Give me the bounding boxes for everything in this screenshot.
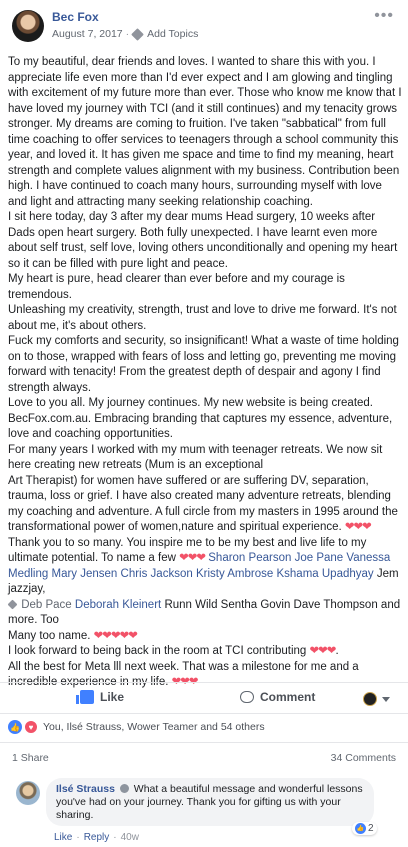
thumbs-up-icon — [76, 690, 94, 704]
comment-bubble-icon — [240, 691, 254, 703]
tagged-person[interactable]: Chris Jackson — [121, 568, 193, 580]
reactions-summary[interactable]: 👍 ♥ You, Ilsé Strauss, Wower Teamer and … — [8, 720, 265, 734]
badge-icon — [119, 784, 129, 793]
comment-bubble: Ilsé Strauss What a beautiful message an… — [46, 778, 374, 826]
heart-emoji: ❤❤❤ — [309, 645, 337, 657]
author-avatar[interactable] — [12, 10, 44, 42]
paragraph: Thank you to so many. You inspire me to … — [7, 536, 402, 629]
divider — [0, 742, 408, 743]
heart-emoji: ❤❤❤ — [344, 521, 372, 533]
comments-count[interactable]: 34 Comments — [331, 752, 396, 764]
page-avatar — [363, 692, 377, 706]
paragraph: To my beautiful, dear friends and loves.… — [8, 56, 402, 208]
author-name[interactable]: Bec Fox — [52, 10, 99, 24]
chevron-down-icon — [382, 696, 390, 702]
paragraph: Many too name. ❤❤❤❤❤ — [8, 629, 402, 645]
post-header: Bec Fox August 7, 2017 · Add Topics ••• — [0, 0, 408, 50]
comment-reactions[interactable]: 👍 2 — [352, 822, 377, 835]
tagged-person[interactable]: Joe Pane — [295, 552, 344, 564]
reactions-text: You, Ilsé Strauss, Wower Teamer and 54 o… — [43, 721, 265, 733]
paragraph: Love to you all. My journey continues. M… — [8, 397, 393, 440]
tagged-person[interactable]: Kristy Ambrose — [196, 568, 273, 580]
add-topics-link[interactable]: Add Topics — [147, 28, 198, 40]
commenter-name[interactable]: Ilsé Strauss — [56, 783, 115, 795]
tagged-person[interactable]: Mary Jensen — [51, 568, 117, 580]
paragraph: Fuck my comforts and security, so insign… — [8, 335, 399, 394]
comment-like-link[interactable]: Like — [54, 832, 72, 843]
like-reaction-icon: 👍 — [8, 720, 22, 734]
paragraph-text: Art Therapist) for women have suffered o… — [8, 474, 398, 534]
post-as-selector[interactable] — [363, 692, 390, 706]
tagged-person[interactable]: Deborah Kleinert — [75, 599, 161, 611]
comment-button[interactable]: Comment — [240, 690, 315, 704]
heart-emoji: ❤❤❤❤❤ — [93, 629, 138, 642]
paragraph-text: I look forward to being back in the room… — [8, 645, 307, 657]
action-bar: Like Comment — [0, 682, 408, 714]
like-reaction-icon: 👍 — [355, 823, 366, 834]
tagged-person[interactable]: Sharon Pearson — [208, 552, 291, 564]
paragraph: I look forward to being back in the room… — [8, 645, 339, 657]
paragraph: I sit here today, day 3 after my dear mu… — [8, 211, 398, 270]
tagged-person[interactable]: Kshama Upadhyay — [276, 568, 373, 580]
separator: · — [76, 832, 80, 843]
post-body: To my beautiful, dear friends and loves.… — [7, 55, 402, 691]
tag-icon — [131, 27, 145, 41]
meta-separator: · — [125, 28, 130, 40]
separator: · — [113, 832, 117, 843]
comment-actions: Like · Reply · 40w — [54, 832, 139, 843]
tagged-name: Deb Pace — [21, 598, 72, 611]
heart-emoji: ❤❤❤ — [179, 552, 206, 564]
paragraph: Unleashing my creativity, strength, trus… — [8, 304, 397, 332]
commenter-avatar[interactable] — [16, 781, 40, 805]
love-reaction-icon: ♥ — [24, 720, 38, 734]
paragraph: Art Therapist) for women have suffered o… — [8, 474, 402, 536]
post-meta: August 7, 2017 · Add Topics — [52, 27, 198, 41]
shares-count[interactable]: 1 Share — [12, 752, 49, 764]
comment-label: Comment — [260, 690, 316, 704]
more-options-button[interactable]: ••• — [374, 8, 394, 24]
like-label: Like — [100, 690, 125, 704]
comment-time[interactable]: 40w — [121, 832, 139, 843]
post-date[interactable]: August 7, 2017 — [52, 28, 123, 40]
comment-reply-link[interactable]: Reply — [84, 832, 110, 843]
like-button[interactable]: Like — [76, 690, 125, 704]
post-card: Bec Fox August 7, 2017 · Add Topics ••• … — [0, 0, 408, 847]
tag-icon — [7, 599, 18, 609]
paragraph: For many years I worked with my mum with… — [8, 443, 383, 472]
tagged-person-unlinked: Deb Pace — [7, 598, 72, 611]
comment-reaction-count: 2 — [368, 823, 374, 834]
paragraph: My heart is pure, head clearer than ever… — [8, 273, 345, 301]
paragraph-text: Many too name. — [8, 629, 91, 642]
